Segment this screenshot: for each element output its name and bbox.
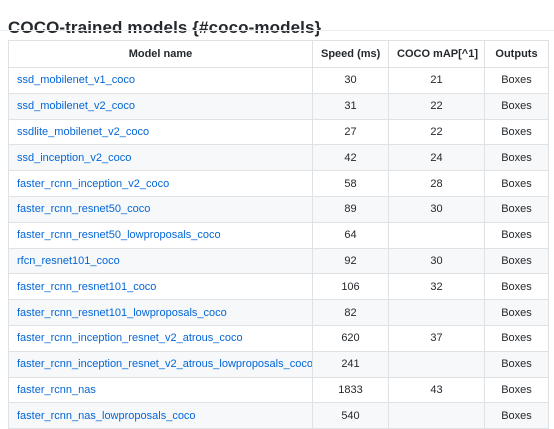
- speed-cell: 92: [312, 247, 389, 275]
- table-row: faster_rcnn_resnet101_coco 106 32 Boxes: [8, 273, 549, 301]
- table-row: faster_rcnn_resnet50_coco 89 30 Boxes: [8, 195, 549, 223]
- model-name-cell: ssd_inception_v2_coco: [8, 144, 313, 172]
- model-link[interactable]: faster_rcnn_resnet101_coco: [17, 281, 156, 293]
- map-cell: [388, 350, 485, 378]
- model-link[interactable]: rfcn_resnet101_coco: [17, 255, 120, 267]
- table-header-row: Model name Speed (ms) COCO mAP[^1] Outpu…: [8, 40, 549, 68]
- heading-divider: [0, 30, 554, 31]
- model-link[interactable]: faster_rcnn_inception_resnet_v2_atrous_l…: [17, 358, 312, 370]
- table-row: faster_rcnn_resnet50_lowproposals_coco 6…: [8, 221, 549, 249]
- map-cell: 32: [388, 273, 485, 301]
- speed-cell: 620: [312, 324, 389, 352]
- outputs-cell: Boxes: [484, 299, 549, 326]
- outputs-cell: Boxes: [484, 273, 549, 301]
- outputs-cell: Boxes: [484, 67, 549, 94]
- outputs-cell: Boxes: [484, 324, 549, 352]
- model-link[interactable]: ssd_mobilenet_v2_coco: [17, 100, 135, 112]
- model-link[interactable]: faster_rcnn_nas_lowproposals_coco: [17, 410, 196, 422]
- outputs-cell: Boxes: [484, 144, 549, 172]
- outputs-cell: Boxes: [484, 170, 549, 197]
- table-row: faster_rcnn_inception_v2_coco 58 28 Boxe…: [8, 170, 549, 197]
- map-cell: 22: [388, 92, 485, 120]
- model-link[interactable]: ssd_mobilenet_v1_coco: [17, 74, 135, 86]
- model-link[interactable]: ssd_inception_v2_coco: [17, 152, 131, 164]
- model-name-cell: faster_rcnn_nas_lowproposals_coco: [8, 402, 313, 429]
- speed-cell: 89: [312, 195, 389, 223]
- table-row: faster_rcnn_inception_resnet_v2_atrous_l…: [8, 350, 549, 378]
- model-name-cell: faster_rcnn_inception_resnet_v2_atrous_l…: [8, 350, 313, 378]
- table-row: faster_rcnn_inception_resnet_v2_atrous_c…: [8, 324, 549, 352]
- table-row: rfcn_resnet101_coco 92 30 Boxes: [8, 247, 549, 275]
- speed-cell: 540: [312, 402, 389, 429]
- model-name-cell: faster_rcnn_resnet101_lowproposals_coco: [8, 299, 313, 326]
- map-cell: [388, 402, 485, 429]
- map-cell: 37: [388, 324, 485, 352]
- speed-cell: 30: [312, 67, 389, 94]
- map-cell: 30: [388, 247, 485, 275]
- column-header-outputs: Outputs: [484, 40, 549, 68]
- table-row: faster_rcnn_nas_lowproposals_coco 540 Bo…: [8, 402, 549, 429]
- outputs-cell: Boxes: [484, 92, 549, 120]
- column-header-model-name: Model name: [8, 40, 313, 68]
- speed-cell: 241: [312, 350, 389, 378]
- table-row: faster_rcnn_nas 1833 43 Boxes: [8, 376, 549, 404]
- outputs-cell: Boxes: [484, 402, 549, 429]
- column-header-map: COCO mAP[^1]: [388, 40, 485, 68]
- map-cell: [388, 299, 485, 326]
- model-link[interactable]: ssdlite_mobilenet_v2_coco: [17, 126, 149, 138]
- table-row: ssd_mobilenet_v1_coco 30 21 Boxes: [8, 67, 549, 94]
- map-cell: 24: [388, 144, 485, 172]
- outputs-cell: Boxes: [484, 350, 549, 378]
- model-link[interactable]: faster_rcnn_inception_resnet_v2_atrous_c…: [17, 332, 243, 344]
- model-link[interactable]: faster_rcnn_inception_v2_coco: [17, 178, 169, 190]
- column-header-speed: Speed (ms): [312, 40, 389, 68]
- speed-cell: 82: [312, 299, 389, 326]
- page-title: COCO-trained models {#coco-models}: [8, 18, 322, 38]
- model-name-cell: faster_rcnn_resnet50_lowproposals_coco: [8, 221, 313, 249]
- map-cell: 22: [388, 118, 485, 146]
- model-name-cell: faster_rcnn_resnet101_coco: [8, 273, 313, 301]
- table-row: ssd_mobilenet_v2_coco 31 22 Boxes: [8, 92, 549, 120]
- model-link[interactable]: faster_rcnn_resnet50_lowproposals_coco: [17, 229, 221, 241]
- speed-cell: 64: [312, 221, 389, 249]
- model-name-cell: ssdlite_mobilenet_v2_coco: [8, 118, 313, 146]
- table-row: ssd_inception_v2_coco 42 24 Boxes: [8, 144, 549, 172]
- outputs-cell: Boxes: [484, 247, 549, 275]
- map-cell: 30: [388, 195, 485, 223]
- model-name-cell: ssd_mobilenet_v2_coco: [8, 92, 313, 120]
- table-row: faster_rcnn_resnet101_lowproposals_coco …: [8, 299, 549, 326]
- map-cell: [388, 221, 485, 249]
- model-name-cell: faster_rcnn_nas: [8, 376, 313, 404]
- model-name-cell: rfcn_resnet101_coco: [8, 247, 313, 275]
- model-name-cell: faster_rcnn_inception_resnet_v2_atrous_c…: [8, 324, 313, 352]
- model-name-cell: ssd_mobilenet_v1_coco: [8, 67, 313, 94]
- models-table: Model name Speed (ms) COCO mAP[^1] Outpu…: [8, 40, 549, 429]
- speed-cell: 42: [312, 144, 389, 172]
- speed-cell: 106: [312, 273, 389, 301]
- speed-cell: 27: [312, 118, 389, 146]
- outputs-cell: Boxes: [484, 195, 549, 223]
- speed-cell: 31: [312, 92, 389, 120]
- speed-cell: 1833: [312, 376, 389, 404]
- model-link[interactable]: faster_rcnn_nas: [17, 384, 96, 396]
- speed-cell: 58: [312, 170, 389, 197]
- outputs-cell: Boxes: [484, 118, 549, 146]
- map-cell: 43: [388, 376, 485, 404]
- model-name-cell: faster_rcnn_inception_v2_coco: [8, 170, 313, 197]
- map-cell: 21: [388, 67, 485, 94]
- model-link[interactable]: faster_rcnn_resnet50_coco: [17, 203, 150, 215]
- outputs-cell: Boxes: [484, 221, 549, 249]
- table-row: ssdlite_mobilenet_v2_coco 27 22 Boxes: [8, 118, 549, 146]
- outputs-cell: Boxes: [484, 376, 549, 404]
- map-cell: 28: [388, 170, 485, 197]
- model-name-cell: faster_rcnn_resnet50_coco: [8, 195, 313, 223]
- model-link[interactable]: faster_rcnn_resnet101_lowproposals_coco: [17, 307, 227, 319]
